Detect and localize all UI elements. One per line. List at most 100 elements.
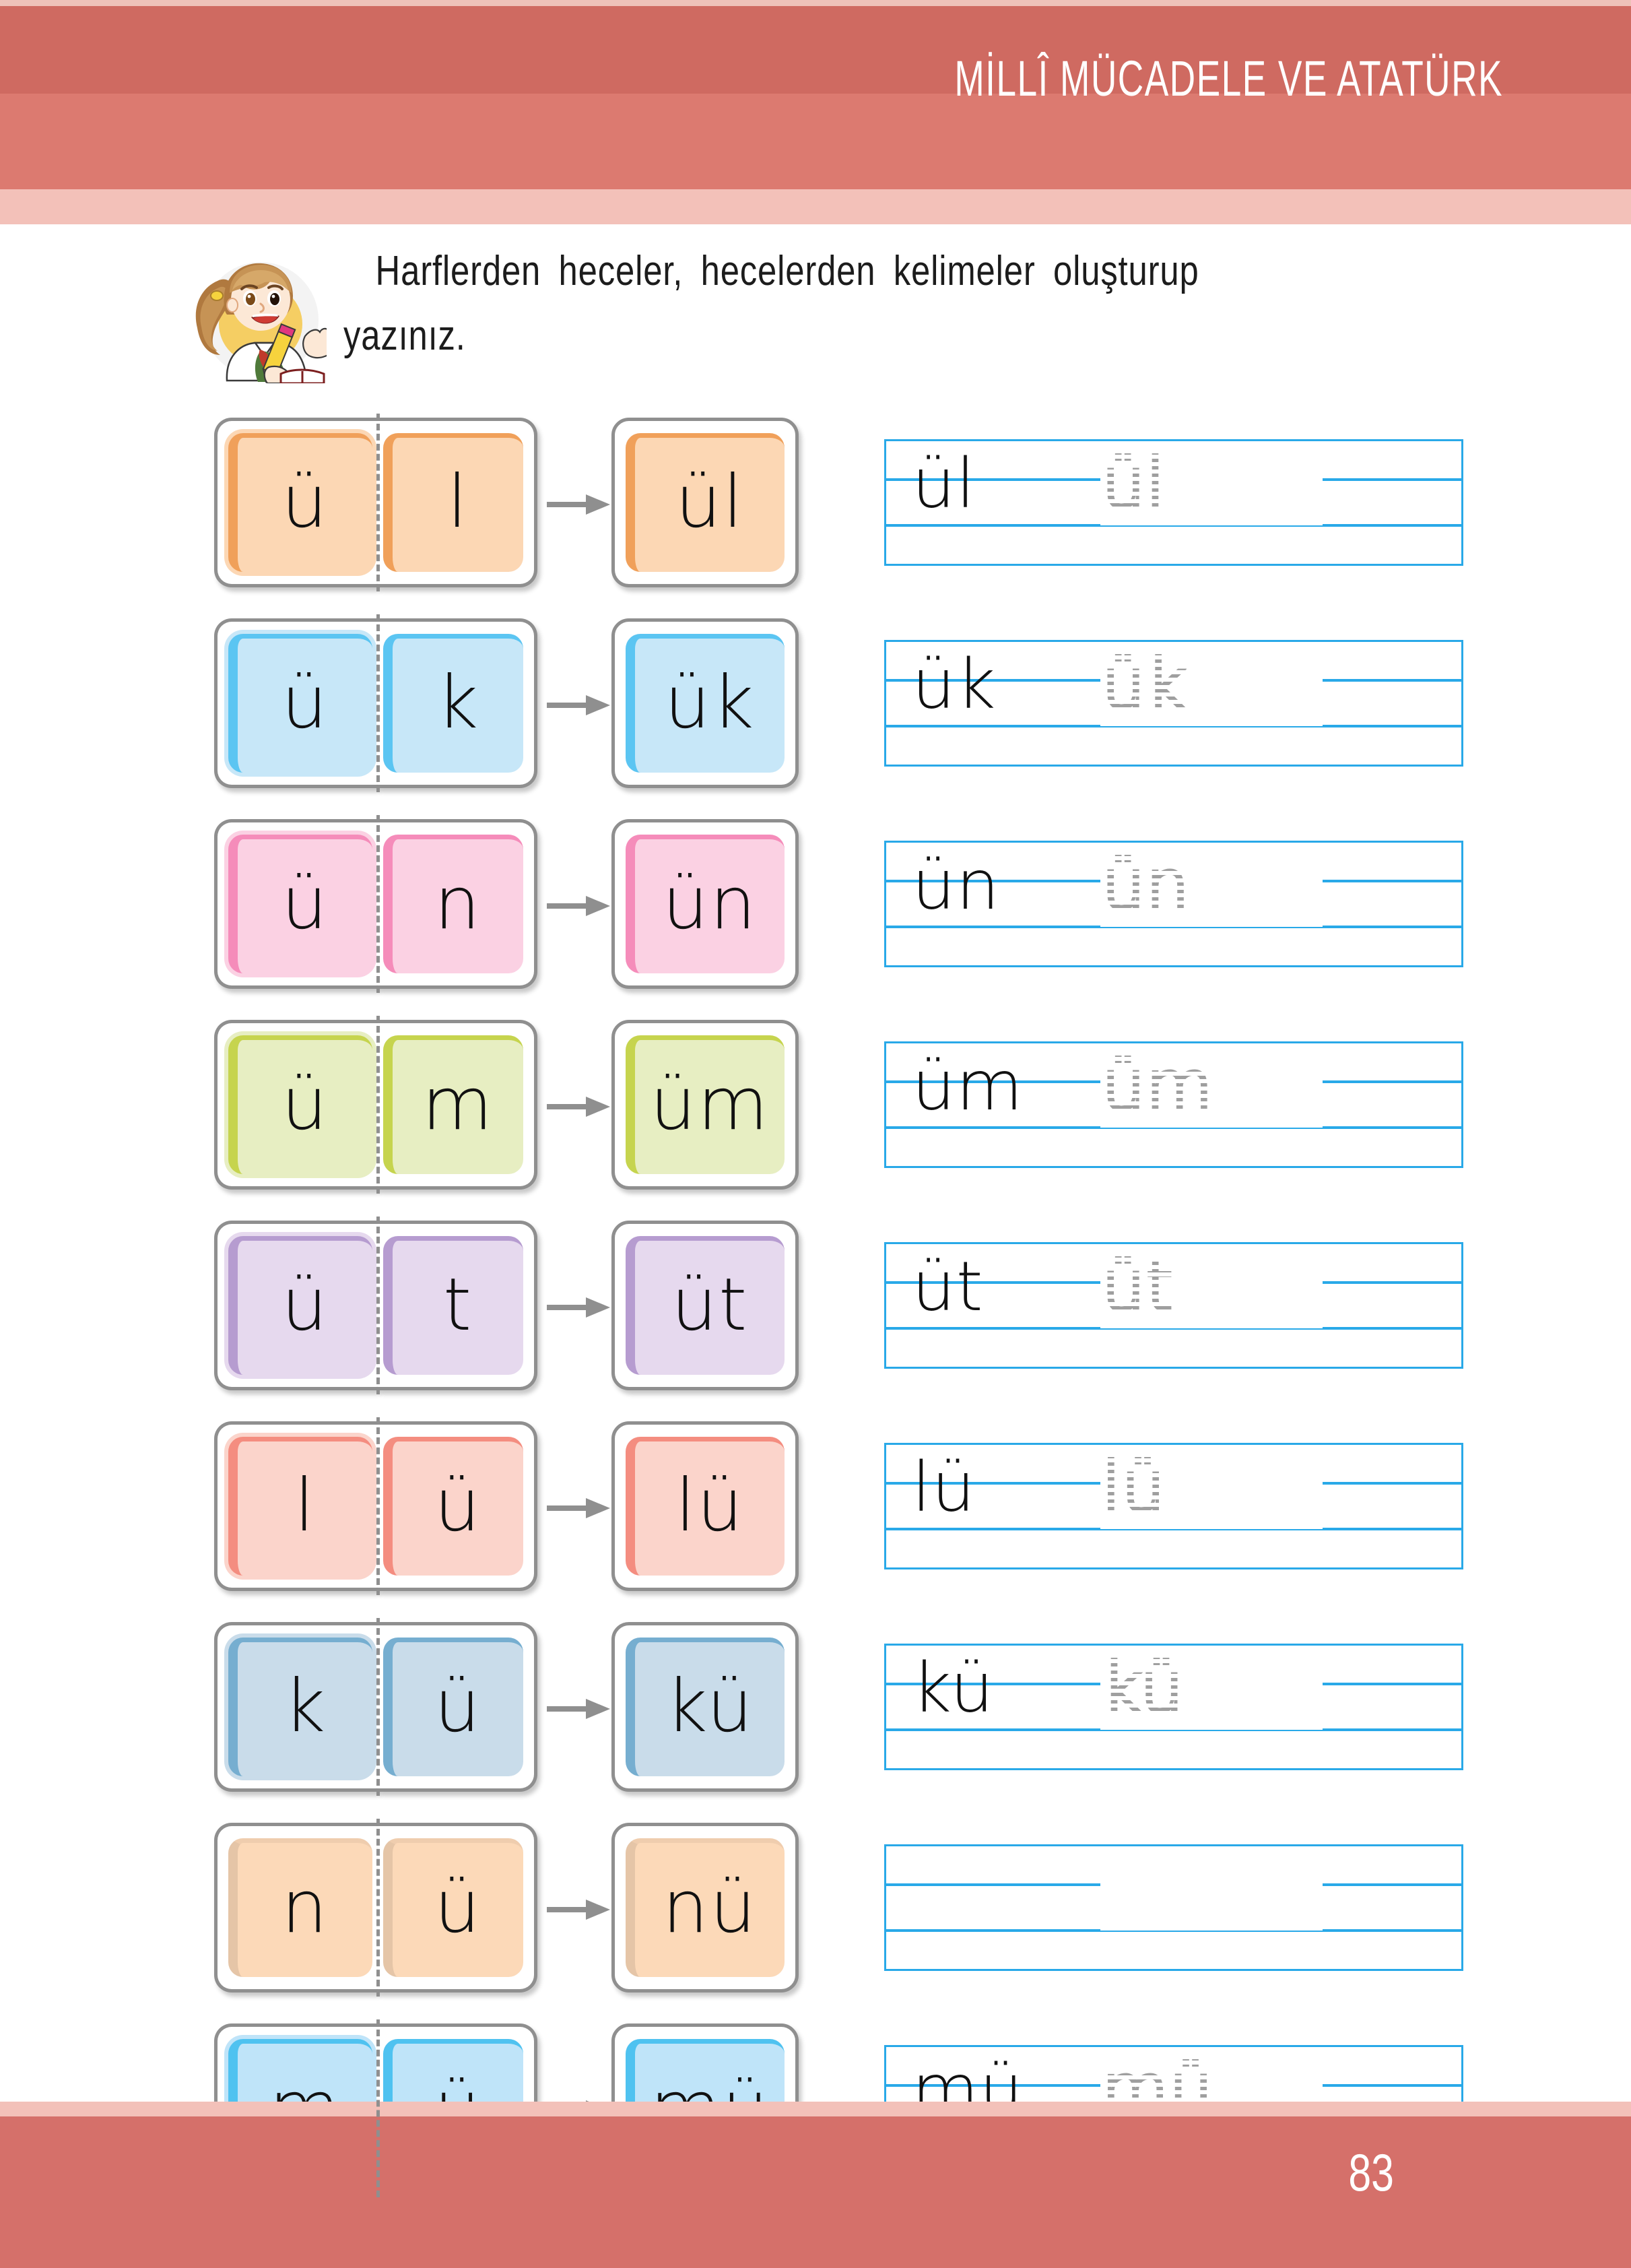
- letter-card-first[interactable]: n: [214, 1823, 378, 1992]
- arrow-right-icon: [547, 493, 611, 516]
- header-top-stripe: [0, 0, 1631, 6]
- writing-baseline: [886, 1528, 1461, 1530]
- result-card[interactable]: üt: [611, 1221, 799, 1390]
- result-card[interactable]: ük: [611, 618, 799, 788]
- traced-syllable: ül: [1100, 444, 1167, 524]
- syllable-glyph: ün: [662, 861, 758, 946]
- letter-card-pair: nü: [214, 1819, 537, 1997]
- syllable-glyph: lü: [675, 1463, 745, 1548]
- letter-glyph: l: [446, 459, 469, 544]
- arrow-right-icon: [547, 1697, 611, 1720]
- page-header: MİLLÎ MÜCADELE VE ATATÜRK: [0, 0, 1631, 224]
- result-card[interactable]: kü: [611, 1622, 799, 1792]
- writing-practice-line[interactable]: [884, 1844, 1463, 1971]
- traced-syllable: üm: [1100, 1046, 1214, 1126]
- result-card-inner: kü: [626, 1638, 785, 1776]
- letter-glyph: ü: [281, 861, 329, 946]
- letter-card-first[interactable]: ü: [214, 618, 378, 788]
- writing-practice-line[interactable]: üt üt: [884, 1242, 1463, 1369]
- writing-practice-line[interactable]: ül ül: [884, 439, 1463, 566]
- syllable-result-card[interactable]: üt: [611, 1221, 799, 1390]
- writing-baseline: [886, 926, 1461, 928]
- result-card-inner: ül: [626, 433, 785, 572]
- exercise-list: ü l ül ül ül ü k ük ük ük ü n ün ün ün ü m üm üm üm ü t üt üt üt…: [0, 414, 1631, 2224]
- result-card[interactable]: nü: [611, 1823, 799, 1992]
- letter-card-pair: kü: [214, 1618, 537, 1796]
- syllable-glyph: üt: [671, 1262, 749, 1347]
- letter-glyph: l: [294, 1463, 316, 1548]
- result-card-inner: nü: [626, 1838, 785, 1977]
- letter-card-second[interactable]: l: [378, 418, 537, 587]
- exercise-row: ü l ül ül ül: [0, 414, 1631, 606]
- arrow-right-icon: [547, 1296, 611, 1319]
- syllable-result-card[interactable]: kü: [611, 1622, 799, 1792]
- letter-glyph: ü: [281, 1062, 329, 1146]
- letter-card-first[interactable]: ü: [214, 418, 378, 587]
- syllable-result-card[interactable]: ün: [611, 819, 799, 989]
- page-footer: 83: [0, 2102, 1631, 2268]
- page-title: MİLLÎ MÜCADELE VE ATATÜRK: [954, 51, 1503, 106]
- writing-midline: [886, 1883, 1461, 1886]
- letter-card-first-inner: ü: [228, 1035, 372, 1174]
- written-syllable: kü: [912, 1648, 995, 1728]
- syllable-result-card[interactable]: ük: [611, 618, 799, 788]
- traced-syllable: lü: [1100, 1448, 1167, 1528]
- result-card[interactable]: lü: [611, 1421, 799, 1591]
- letter-card-first[interactable]: l: [214, 1421, 378, 1591]
- exercise-row: n ü nü: [0, 1819, 1631, 2011]
- letter-card-second[interactable]: ü: [378, 1622, 537, 1792]
- girl-writing-icon: [185, 249, 327, 383]
- letter-glyph: k: [436, 660, 480, 745]
- letter-card-first[interactable]: ü: [214, 1221, 378, 1390]
- letter-card-first-inner: k: [228, 1638, 372, 1776]
- writing-practice-line[interactable]: lü lü: [884, 1443, 1463, 1569]
- syllable-glyph: ük: [664, 660, 756, 745]
- writing-practice-line[interactable]: ük ük: [884, 640, 1463, 767]
- card-divider: [376, 1417, 380, 1595]
- arrow-right-icon: [547, 1898, 611, 1921]
- page-number: 83: [1348, 2143, 1394, 2202]
- letter-card-second[interactable]: n: [378, 819, 537, 989]
- result-card-inner: ük: [626, 634, 785, 773]
- syllable-result-card[interactable]: üm: [611, 1020, 799, 1190]
- arrow-right-icon: [547, 895, 611, 917]
- writing-practice-line[interactable]: üm üm: [884, 1041, 1463, 1168]
- letter-card-first-inner: ü: [228, 634, 372, 773]
- written-syllable: ün: [912, 845, 1001, 926]
- syllable-glyph: ül: [675, 459, 745, 544]
- letter-card-second-inner: ü: [383, 1437, 523, 1576]
- letter-card-second[interactable]: ü: [378, 1421, 537, 1591]
- letter-card-second-inner: k: [383, 634, 523, 773]
- letter-card-second[interactable]: t: [378, 1221, 537, 1390]
- footer-pink-band: [0, 2102, 1631, 2116]
- instruction-text: Harflerden heceler, hecelerden kelimeler…: [343, 239, 1265, 368]
- arrow-right-icon: [547, 1497, 611, 1520]
- letter-glyph: t: [442, 1262, 473, 1347]
- card-divider: [376, 1819, 380, 1997]
- card-divider: [376, 614, 380, 792]
- letter-glyph: n: [281, 1865, 329, 1949]
- letter-card-first[interactable]: ü: [214, 1020, 378, 1190]
- syllable-result-card[interactable]: lü: [611, 1421, 799, 1591]
- written-syllable: ük: [912, 645, 997, 725]
- letter-card-first[interactable]: k: [214, 1622, 378, 1792]
- letter-card-second[interactable]: m: [378, 1020, 537, 1190]
- letter-card-second[interactable]: ü: [378, 1823, 537, 1992]
- traced-syllable: kü: [1100, 1648, 1186, 1728]
- traced-syllable: ün: [1100, 845, 1191, 926]
- letter-card-first[interactable]: ü: [214, 819, 378, 989]
- writing-baseline: [886, 1929, 1461, 1932]
- letter-card-second[interactable]: k: [378, 618, 537, 788]
- writing-practice-line[interactable]: ün ün: [884, 841, 1463, 967]
- syllable-result-card[interactable]: nü: [611, 1823, 799, 1992]
- letter-glyph: k: [283, 1664, 327, 1749]
- writing-baseline: [886, 524, 1461, 527]
- result-card[interactable]: ün: [611, 819, 799, 989]
- written-syllable: lü: [912, 1448, 976, 1528]
- result-card-inner: üm: [626, 1035, 785, 1174]
- result-card[interactable]: ül: [611, 418, 799, 587]
- syllable-result-card[interactable]: ül: [611, 418, 799, 587]
- result-card[interactable]: üm: [611, 1020, 799, 1190]
- writing-practice-line[interactable]: kü kü: [884, 1644, 1463, 1770]
- card-divider: [376, 414, 380, 591]
